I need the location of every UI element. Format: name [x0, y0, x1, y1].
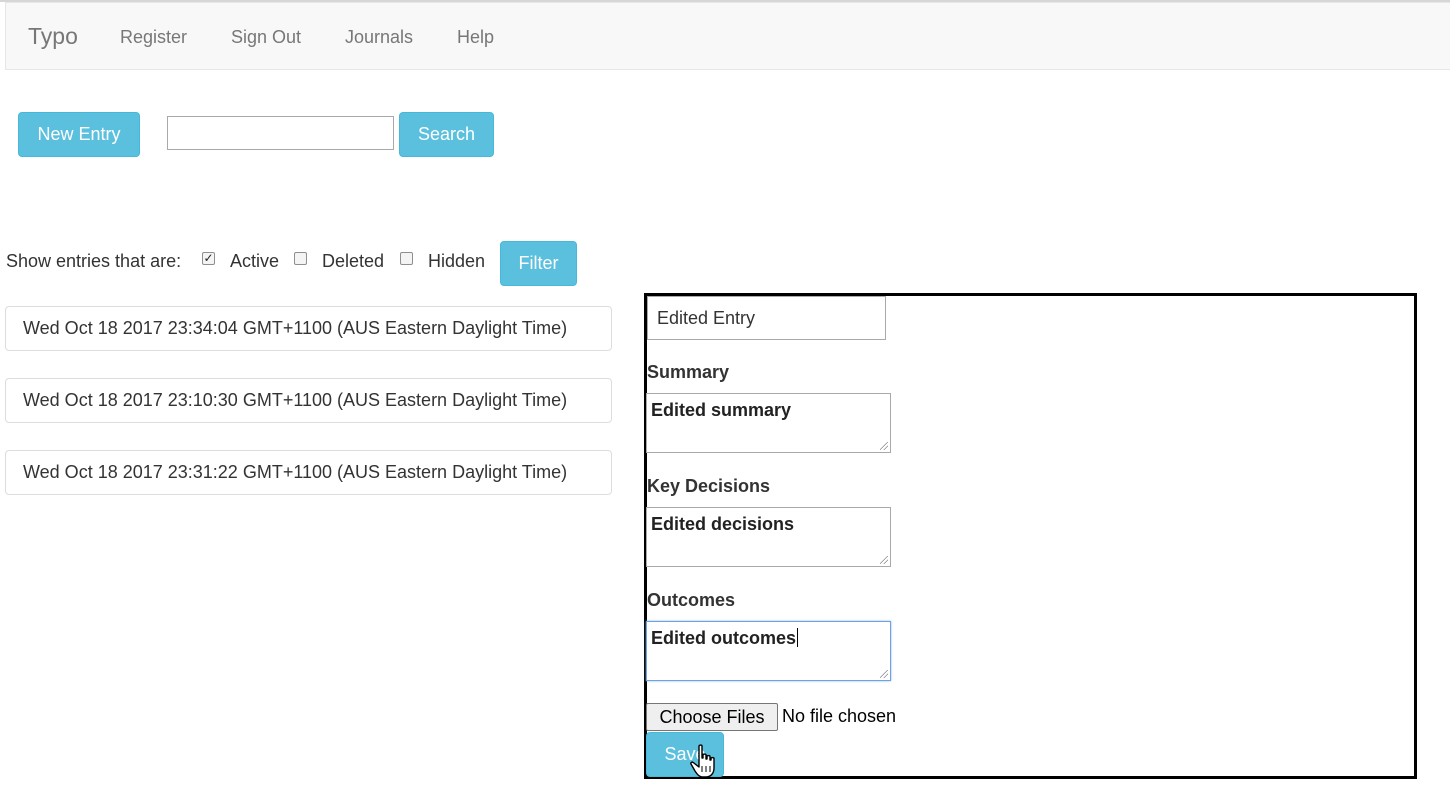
filter-prompt: Show entries that are: [6, 251, 182, 271]
entry-list-item[interactable]: Wed Oct 18 2017 23:10:30 GMT+1100 (AUS E… [5, 378, 612, 423]
entry-list-item[interactable]: Wed Oct 18 2017 23:31:22 GMT+1100 (AUS E… [5, 450, 612, 495]
nav-link-journals[interactable]: Journals [345, 27, 413, 48]
outcomes-label: Outcomes [647, 590, 736, 610]
nav-link-sign-out[interactable]: Sign Out [231, 27, 301, 48]
hidden-label: Hidden [428, 251, 486, 271]
active-label: Active [230, 251, 280, 271]
resize-grip-icon[interactable] [880, 556, 888, 564]
deleted-label: Deleted [322, 251, 385, 271]
new-entry-button[interactable]: New Entry [18, 112, 140, 157]
summary-text: Edited summary [651, 400, 792, 420]
key-decisions-text: Edited decisions [651, 514, 795, 534]
hidden-checkbox[interactable] [400, 252, 413, 265]
summary-textarea[interactable]: Edited summary [646, 393, 891, 453]
entry-list-item[interactable]: Wed Oct 18 2017 23:34:04 GMT+1100 (AUS E… [5, 306, 612, 351]
brand-link[interactable]: Typo [28, 23, 78, 50]
key-decisions-label: Key Decisions [647, 476, 771, 496]
file-status-text: No file chosen [782, 706, 897, 726]
nav-link-help[interactable]: Help [457, 27, 494, 48]
filter-button[interactable]: Filter [500, 241, 577, 286]
search-button[interactable]: Search [399, 112, 494, 157]
outcomes-text: Edited outcomes [651, 628, 797, 648]
deleted-checkbox[interactable] [294, 252, 307, 265]
text-caret [797, 628, 799, 647]
outcomes-textarea[interactable]: Edited outcomes [646, 621, 891, 681]
nav-link-register[interactable]: Register [120, 27, 187, 48]
entry-title-input[interactable]: Edited Entry [647, 296, 886, 340]
navbar: Typo Register Sign Out Journals Help [5, 2, 1450, 70]
key-decisions-textarea[interactable]: Edited decisions [646, 507, 891, 567]
active-checkbox[interactable]: ✓ [202, 252, 215, 265]
choose-files-button[interactable]: Choose Files [646, 703, 778, 731]
search-input[interactable] [167, 116, 394, 150]
hand-pointer-cursor-icon [690, 744, 715, 778]
summary-label: Summary [647, 362, 730, 382]
resize-grip-icon[interactable] [880, 442, 888, 450]
resize-grip-icon[interactable] [880, 670, 888, 678]
